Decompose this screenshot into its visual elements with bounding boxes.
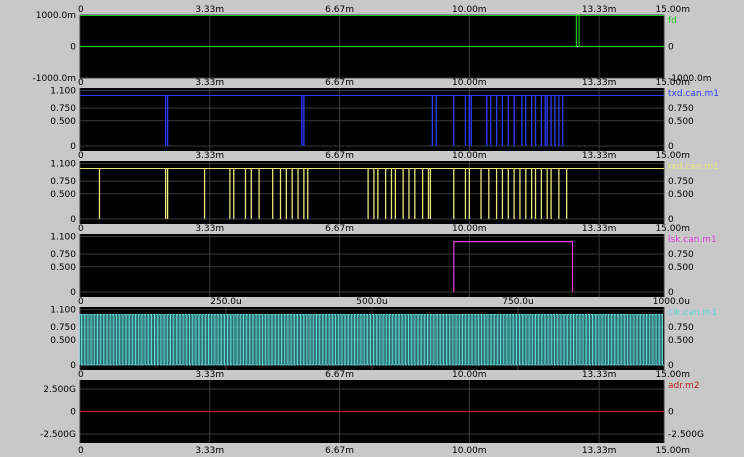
series-label: clk.can.m1 [668, 308, 717, 318]
oscilloscope-view: 1000.0m 0 -1000.0m 0 -1000.0m 0 3.33m 6.67m 10.0… [0, 0, 744, 457]
x-tick-label: 13.33m [582, 151, 617, 161]
y-tick-label-right: 0.750 [668, 250, 694, 260]
y-tick-label: 1.100 [50, 233, 76, 243]
y-tick-label-right: 0.500 [668, 336, 694, 346]
x-tick-label: 10.00m [452, 151, 487, 161]
y-tick-label: -2.500G [40, 430, 76, 440]
y-tick-label: 1.100 [50, 306, 76, 316]
x-tick-label: 6.67m [325, 151, 354, 161]
trace-clock [79, 314, 664, 366]
series-label: fd [668, 16, 677, 26]
y-tick-label: 0.750 [50, 177, 76, 187]
x-tick-label: 3.33m [195, 78, 224, 88]
x-tick-label-bottom: 13.33m [582, 446, 617, 456]
x-tick-label: 3.33m [195, 370, 224, 380]
y-tick-label-right: 0.500 [668, 263, 694, 273]
x-tick-label: 6.67m [325, 370, 354, 380]
x-tick-label: 10.00m [452, 78, 487, 88]
trace-panel-0: 1000.0m0-1000.0m0-1000.0m0 3.33m 6.67m 10.0… [32, 5, 711, 84]
x-tick-label: 250.0u [210, 297, 241, 307]
y-tick-label: 0.500 [50, 117, 76, 127]
x-tick-label: 0 [78, 370, 84, 380]
series-label: lsk.can.m1 [668, 235, 717, 245]
y-tick-label: 0 [70, 408, 76, 418]
x-tick-label: 13.33m [582, 5, 617, 15]
trace-panel-3: 1.1000.7500.50000.7500.50000 3.33m 6.67m 10… [50, 224, 717, 298]
x-tick-label: 6.67m [325, 78, 354, 88]
x-tick-label: 15.00m [655, 370, 690, 380]
series-label: txd.can.m1 [668, 89, 719, 99]
x-tick-label: 0 [78, 224, 84, 234]
y-tick-label-right: 0.750 [668, 104, 694, 114]
x-tick-label: 3.33m [195, 151, 224, 161]
series-label: rxd.can.m1 [668, 162, 719, 172]
x-tick-label-bottom: 0 [78, 446, 84, 456]
trace-panel-1: 1.1000.7500.50000.7500.50000 3.33m 6.67m 10… [50, 78, 719, 152]
trace-panel-4: 1.1000.7500.50000.7500.50000 250.0u 500.0u… [50, 297, 717, 371]
x-tick-label: 3.33m [195, 5, 224, 15]
y-tick-label-right: -2.500G [668, 430, 704, 440]
y-tick-label: 0.750 [50, 104, 76, 114]
x-tick-label: 6.67m [325, 224, 354, 234]
x-tick-label: 15.00m [655, 78, 690, 88]
waveform-stack: 1000.0m0-1000.0m0-1000.0m0 3.33m 6.67m 10.0… [32, 5, 719, 456]
y-tick-label: 0 [70, 43, 76, 53]
y-tick-label: 1000.0m [36, 11, 76, 21]
y-tick-label: 0 [70, 215, 76, 225]
x-tick-label: 500.0u [356, 297, 387, 307]
y-tick-label: 0.500 [50, 336, 76, 346]
y-tick-label-right: 0 [668, 43, 674, 53]
x-tick-label-bottom: 10.00m [452, 446, 487, 456]
y-tick-label: -1000.0m [32, 74, 76, 84]
y-tick-label-right: 0.750 [668, 323, 694, 333]
x-tick-label: 0 [78, 297, 84, 307]
x-tick-label: 13.33m [582, 370, 617, 380]
x-tick-label: 15.00m [655, 224, 690, 234]
trace-panel-5: 2.500G0-2.500G0-2.500G0 3.33m 6.67m 10.00m 1… [40, 370, 704, 443]
x-tick-label: 10.00m [452, 224, 487, 234]
x-tick-label-bottom: 3.33m [195, 446, 224, 456]
y-tick-label: 1.100 [50, 87, 76, 97]
x-tick-label: 13.33m [582, 78, 617, 88]
x-tick-label: 15.00m [655, 5, 690, 15]
x-tick-label: 0 [78, 78, 84, 88]
y-tick-label: 2.500G [43, 385, 76, 395]
y-tick-label-right: 0.500 [668, 190, 694, 200]
x-tick-label: 0 [78, 5, 84, 15]
x-tick-label-bottom: 15.00m [655, 446, 690, 456]
y-tick-label-right: 0.750 [668, 177, 694, 187]
x-tick-label: 13.33m [582, 224, 617, 234]
x-tick-label: 10.00m [452, 370, 487, 380]
x-tick-label: 750.0u [502, 297, 533, 307]
y-tick-label: 0.500 [50, 190, 76, 200]
x-tick-label: 10.00m [452, 5, 487, 15]
y-tick-label: 1.100 [50, 160, 76, 170]
y-tick-label: 0 [70, 361, 76, 371]
y-tick-label: 0.500 [50, 263, 76, 273]
y-tick-label: 0 [70, 288, 76, 298]
series-label: adr.m2 [668, 381, 699, 391]
x-tick-label-bottom: 6.67m [325, 446, 354, 456]
y-tick-label: 0.750 [50, 323, 76, 333]
plot-background [80, 234, 664, 297]
x-tick-label: 15.00m [655, 151, 690, 161]
x-tick-label: 3.33m [195, 224, 224, 234]
x-tick-label: 1000.0u [653, 297, 690, 307]
y-tick-label-right: 0 [668, 408, 674, 418]
trace-panel-2: 1.1000.7500.50000.7500.50000 3.33m 6.67m 10… [50, 151, 719, 225]
x-tick-label: 0 [78, 151, 84, 161]
y-tick-label: 0.750 [50, 250, 76, 260]
y-tick-label-right: 0.500 [668, 117, 694, 127]
x-tick-label: 6.67m [325, 5, 354, 15]
y-tick-label: 0 [70, 142, 76, 152]
